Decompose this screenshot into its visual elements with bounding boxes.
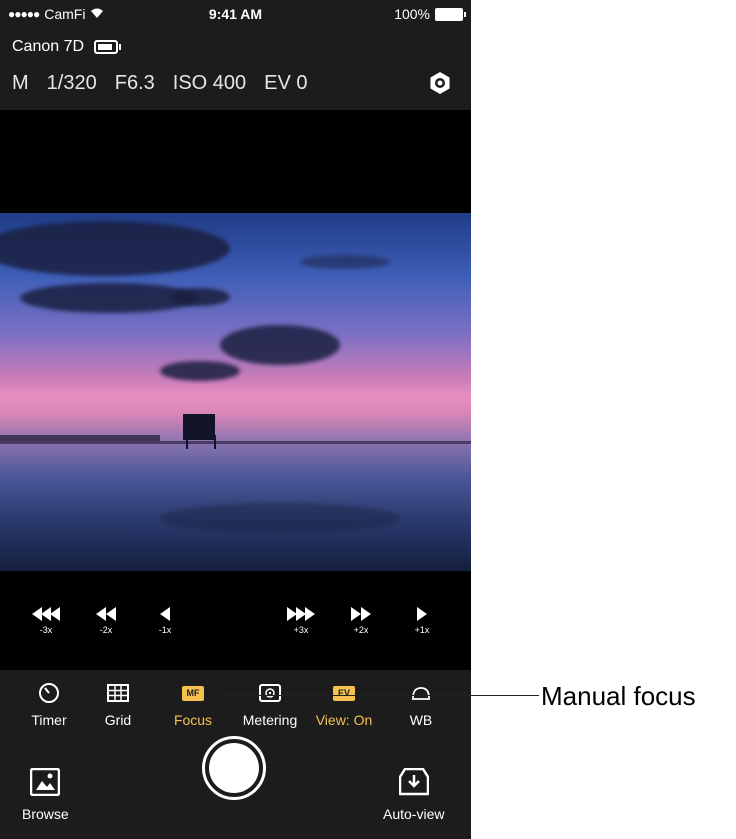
metering-icon [235,680,305,706]
exposure-view-button[interactable]: EV View: On [309,680,379,728]
exposure-view-icon: EV [333,685,355,701]
auto-view-button[interactable]: Auto-view [383,767,445,822]
focus-far-1x-button[interactable]: +1x [402,607,442,635]
focus-near-1x-button[interactable]: -1x [145,607,185,635]
wb-label: WB [409,712,433,728]
shutter-button[interactable] [202,736,266,800]
single-left-arrow-icon [160,607,170,621]
auto-view-download-icon [398,767,429,796]
view-label: View: On [315,712,373,728]
single-right-arrow-icon [417,607,427,621]
focus-far-3x-button[interactable]: +3x [281,607,321,635]
mode-setting[interactable]: M [12,72,29,95]
battery-icon [435,7,466,21]
grid-label: Grid [104,712,132,728]
focus-step-controls: -3x -2x -1x +3x +2x +1x [0,571,471,670]
camera-info-bar: Canon 7D M 1/320 F6.3 ISO 400 EV 0 [0,30,471,110]
focus-far-2x-button[interactable]: +2x [341,607,381,635]
grid-button[interactable]: Grid [83,680,153,728]
focus-label: Focus [173,712,213,728]
ev-setting[interactable]: EV 0 [264,72,307,95]
iso-setting[interactable]: ISO 400 [173,72,246,95]
triple-right-arrow-icon [287,607,315,621]
manual-focus-icon: MF [182,685,204,701]
camera-battery-icon [94,40,122,54]
gallery-icon [30,767,61,797]
timer-label: Timer [31,712,67,728]
focus-near-3x-button[interactable]: -3x [26,607,66,635]
callout-manual-focus: Manual focus [541,681,696,711]
focus-near-2x-button[interactable]: -2x [86,607,126,635]
metering-button[interactable]: Metering [235,680,305,728]
focus-step-label: +3x [293,625,309,635]
browse-button[interactable]: Browse [22,767,69,822]
metering-label: Metering [242,712,298,728]
focus-step-label: -2x [99,625,113,635]
timer-button[interactable]: Timer [14,680,84,728]
live-view-preview[interactable] [0,213,471,571]
white-balance-icon [386,680,456,706]
white-balance-button[interactable]: WB [386,680,456,728]
aperture-setting[interactable]: F6.3 [115,72,155,95]
viewfinder-letterbox [0,110,471,213]
focus-button[interactable]: MF Focus [158,680,228,728]
exposure-settings: M 1/320 F6.3 ISO 400 EV 0 [12,72,308,95]
focus-step-label: +1x [414,625,430,635]
focus-step-label: -1x [158,625,172,635]
battery-percent: 100% [394,6,430,22]
focus-step-label: +2x [353,625,369,635]
grid-icon [83,680,153,706]
double-left-arrow-icon [96,607,116,621]
status-bar: ●●●●● CamFi 9:41 AM 100% [0,0,471,30]
callout-leader-line [225,695,539,696]
auto-view-label: Auto-view [383,806,445,822]
camera-app-screen: ●●●●● CamFi 9:41 AM 100% Canon 7D M 1/32… [0,0,471,839]
focus-step-label: -3x [39,625,53,635]
timer-icon [14,680,84,706]
shutter-setting[interactable]: 1/320 [47,72,97,95]
camera-name: Canon 7D [12,38,85,55]
settings-gear-icon[interactable] [427,70,453,96]
double-right-arrow-icon [351,607,371,621]
triple-left-arrow-icon [32,607,60,621]
browse-label: Browse [22,806,69,822]
